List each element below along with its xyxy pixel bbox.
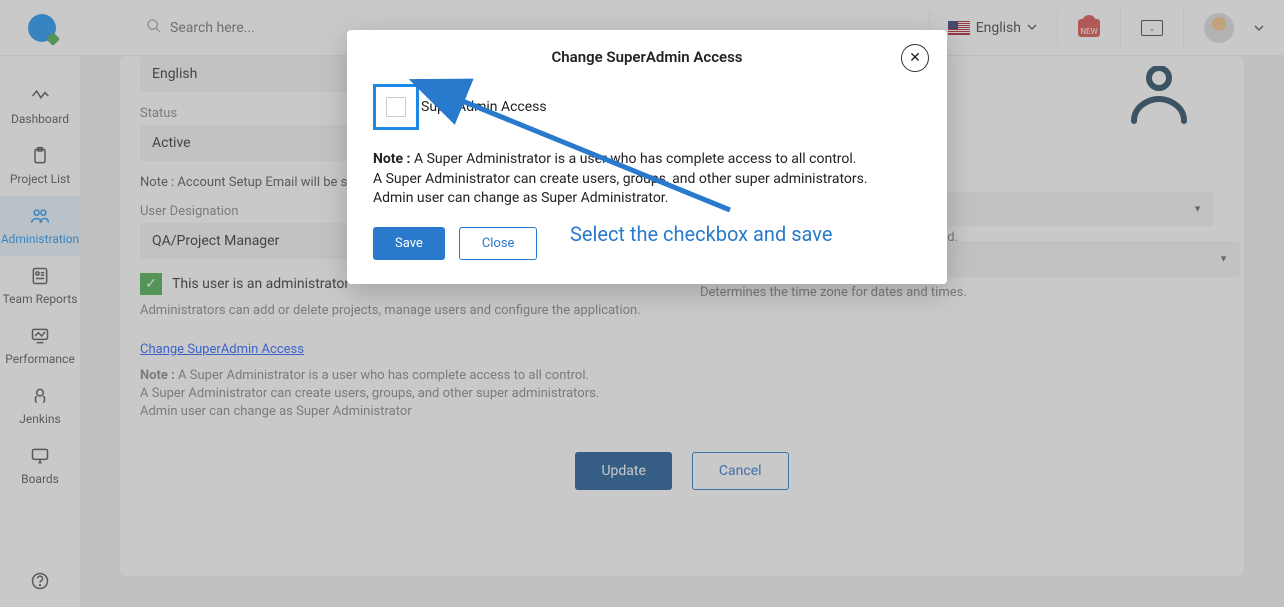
superadmin-checkbox-highlight [373,84,419,130]
modal-note: Note : A Super Administrator is a user w… [373,150,921,209]
close-icon[interactable]: ✕ [901,44,929,72]
modal-check-row: SuperAdmin Access [373,84,921,130]
superadmin-checkbox[interactable] [386,97,406,117]
close-button[interactable]: Close [459,227,538,260]
modal-note-line1: A Super Administrator is a user who has … [411,151,857,167]
annotation-text: Select the checkbox and save [570,222,832,246]
modal-title: Change SuperAdmin Access [373,48,921,66]
modal-note-line2: A Super Administrator can create users, … [373,171,868,187]
modal-note-label: Note : [373,151,411,167]
modal-note-line3: Admin user can change as Super Administr… [373,190,668,206]
superadmin-checkbox-label: SuperAdmin Access [421,99,547,115]
save-button[interactable]: Save [373,227,445,260]
